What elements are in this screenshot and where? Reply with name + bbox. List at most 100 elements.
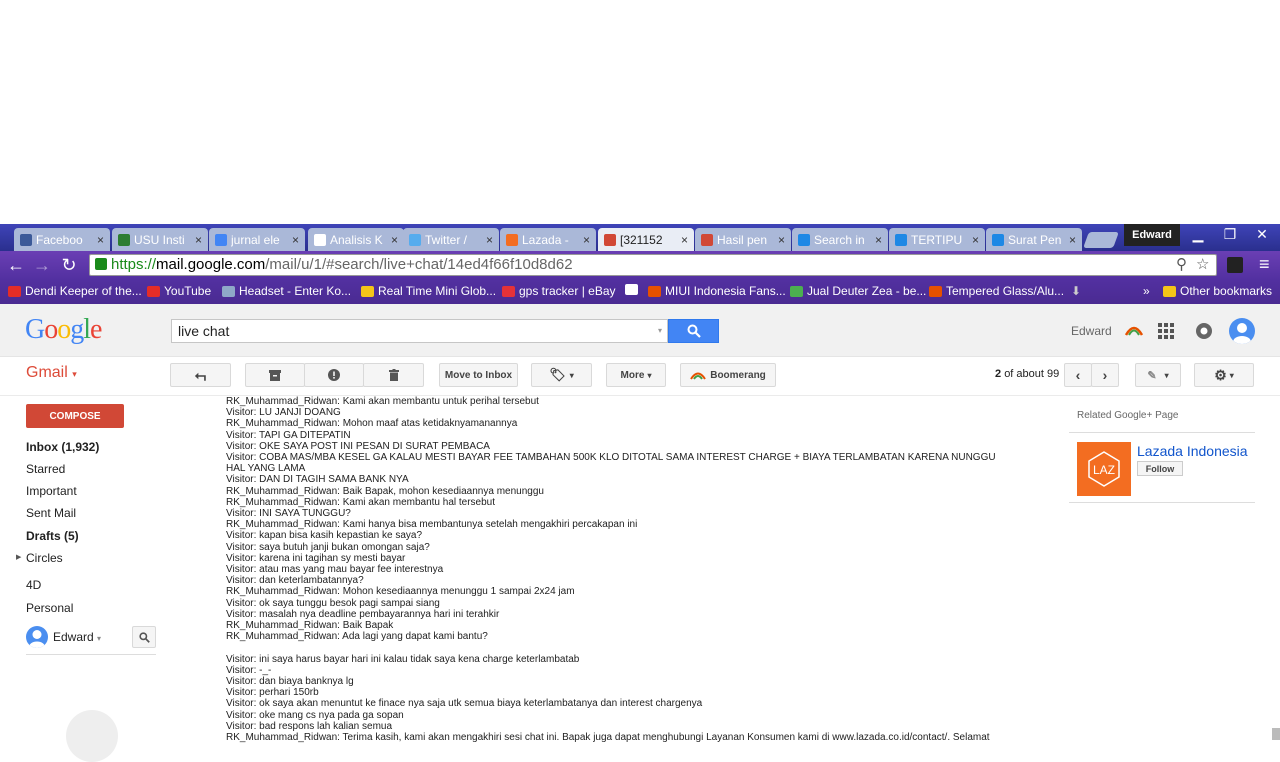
nav-item[interactable]: Personal (26, 601, 73, 615)
google-icon (215, 233, 227, 246)
close-tab-icon[interactable]: × (391, 233, 398, 247)
settings-button[interactable]: ⚙ ▾ (1194, 363, 1254, 387)
archive-icon (269, 369, 281, 381)
expand-arrow-icon[interactable]: ▶ (16, 553, 21, 561)
bookmark-item[interactable]: gps tracker | eBay (502, 284, 616, 298)
notifications-icon[interactable] (1196, 323, 1212, 339)
search-button[interactable] (668, 319, 719, 343)
extension-icon[interactable] (1227, 257, 1243, 273)
restore-icon[interactable]: ❐ (1218, 226, 1242, 243)
bookmark-item[interactable]: Real Time Mini Glob... (361, 284, 496, 298)
profile-button[interactable]: Edward (1124, 224, 1180, 246)
bookmark-item[interactable]: Headset - Enter Ko... (222, 284, 351, 298)
compose-button[interactable]: COMPOSE (26, 404, 124, 428)
avatar[interactable] (1229, 318, 1255, 344)
close-window-icon[interactable]: ✕ (1250, 226, 1274, 243)
hangouts-icon[interactable] (66, 710, 118, 762)
browser-tab[interactable]: Surat Pen × (986, 228, 1082, 251)
minimize-icon[interactable]: ▁ (1186, 226, 1210, 243)
new-tab-button[interactable] (1083, 232, 1119, 248)
nav-item[interactable]: Inbox (1,932) (26, 440, 99, 454)
bookmark-favicon-icon (222, 285, 235, 297)
browser-tab[interactable]: [321152 × (598, 228, 694, 251)
browser-tab[interactable]: Analisis K × (308, 228, 404, 251)
address-bar[interactable]: https://mail.google.com/mail/u/1/#search… (89, 254, 1217, 276)
message-line: RK_Muhammad_Ridwan: Mohon maaf atas keti… (226, 418, 518, 430)
bookmark-item[interactable]: Tempered Glass/Alu... (929, 284, 1064, 298)
browser-tab[interactable]: Twitter / × (403, 228, 499, 251)
message-line: Visitor: masalah nya deadline pembayaran… (226, 608, 500, 620)
related-page-title: Related Google+ Page (1077, 410, 1179, 421)
related-page-name[interactable]: Lazada Indonesia (1137, 443, 1248, 459)
close-tab-icon[interactable]: × (97, 233, 104, 247)
more-button[interactable]: More ▾ (606, 363, 666, 387)
hangout-avatar[interactable] (26, 626, 48, 648)
bookmark-item[interactable] (625, 284, 642, 295)
google-logo[interactable]: Google (25, 314, 102, 346)
browser-tab[interactable]: Faceboo × (14, 228, 110, 251)
boomerang-icon[interactable] (1124, 323, 1144, 337)
browser-tab[interactable]: Search in × (792, 228, 888, 251)
hangout-search-button[interactable] (132, 626, 156, 648)
browser-tab[interactable]: USU Insti × (112, 228, 208, 251)
apps-grid-icon[interactable] (1158, 323, 1174, 339)
archive-button[interactable] (245, 363, 305, 387)
search-input[interactable]: live chat ▾ (171, 319, 668, 343)
more-bookmarks-button[interactable]: » (1143, 284, 1150, 298)
browser-tab[interactable]: TERTIPU × (889, 228, 985, 251)
nav-item[interactable]: Drafts (5) (26, 529, 79, 543)
other-bookmarks[interactable]: Other bookmarks (1163, 284, 1272, 298)
bookmark-star-icon[interactable]: ☆ (1196, 255, 1209, 275)
nav-item[interactable]: Starred (26, 462, 65, 476)
bookmark-overflow-icon[interactable]: ⬇ (1071, 284, 1081, 298)
bookmark-item[interactable]: YouTube (147, 284, 211, 298)
message-line: Visitor: INI SAYA TUNGGU? (226, 508, 351, 520)
menu-icon[interactable]: ≡ (1259, 254, 1270, 275)
bookmark-label: Jual Deuter Zea - be... (807, 284, 927, 298)
reload-icon[interactable]: ↻ (58, 254, 80, 276)
labels-button[interactable]: 🏷︎ ▾ (531, 363, 592, 387)
message-line: Visitor: ini saya harus bayar hari ini k… (226, 653, 580, 665)
hangout-user[interactable]: Edward ▾ (53, 630, 101, 644)
hangout-user-name: Edward (53, 630, 94, 644)
account-name[interactable]: Edward (1071, 324, 1112, 338)
delete-button[interactable] (363, 363, 424, 387)
nav-item[interactable]: Circles (26, 551, 63, 565)
back-icon[interactable]: ← (5, 254, 27, 276)
lazada-logo[interactable]: LAZ (1077, 442, 1131, 496)
close-tab-icon[interactable]: × (195, 233, 202, 247)
boomerang-button[interactable]: Boomerang (680, 363, 776, 387)
follow-button[interactable]: Follow (1137, 461, 1183, 476)
search-options-icon[interactable]: ▾ (658, 320, 662, 342)
browser-tab[interactable]: Lazada - × (500, 228, 596, 251)
move-to-inbox-button[interactable]: Move to Inbox (439, 363, 518, 387)
close-tab-icon[interactable]: × (1069, 233, 1076, 247)
nav-item[interactable]: 4D (26, 578, 41, 592)
browser-tab[interactable]: jurnal ele × (209, 228, 305, 251)
close-tab-icon[interactable]: × (486, 233, 493, 247)
close-tab-icon[interactable]: × (875, 233, 882, 247)
close-tab-icon[interactable]: × (972, 233, 979, 247)
zoom-icon[interactable]: ⚲ (1176, 255, 1187, 275)
input-tools-button[interactable]: ✎ ▾ (1135, 363, 1181, 387)
bookmark-item[interactable]: MIUI Indonesia Fans... (648, 284, 786, 298)
close-tab-icon[interactable]: × (292, 233, 299, 247)
bookmark-item[interactable]: Dendi Keeper of the... (8, 284, 142, 298)
gmail-menu[interactable]: Gmail ▾ (26, 364, 77, 382)
close-tab-icon[interactable]: × (583, 233, 590, 247)
nav-item[interactable]: Sent Mail (26, 506, 76, 520)
scrollbar[interactable] (1272, 728, 1280, 740)
forward-icon[interactable]: → (31, 254, 53, 276)
report-spam-button[interactable] (304, 363, 364, 387)
nav-item[interactable]: Important (26, 484, 77, 498)
browser-tab[interactable]: Hasil pen × (695, 228, 791, 251)
older-button[interactable]: › (1091, 363, 1119, 387)
pager-text: 2 of about 99 (995, 368, 1059, 380)
back-to-search-button[interactable]: ⮢ (170, 363, 231, 387)
bookmark-item[interactable]: Jual Deuter Zea - be... (790, 284, 926, 298)
gmail-icon (604, 233, 616, 246)
newer-button[interactable]: ‹ (1064, 363, 1092, 387)
message-line: Visitor: karena ini tagihan sy mesti bay… (226, 552, 406, 564)
close-tab-icon[interactable]: × (681, 233, 688, 247)
close-tab-icon[interactable]: × (778, 233, 785, 247)
